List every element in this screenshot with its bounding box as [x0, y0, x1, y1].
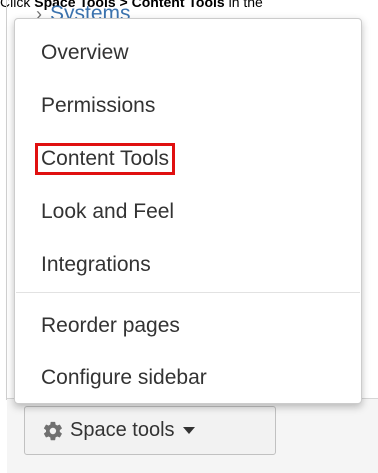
- menu-item-permissions[interactable]: Permissions: [41, 93, 155, 119]
- caret-down-icon: [182, 427, 195, 434]
- menu-item-reorder-pages[interactable]: Reorder pages: [41, 313, 180, 339]
- sidebar-border: [6, 0, 7, 400]
- gear-icon: [43, 421, 62, 440]
- caption-suffix: in the: [224, 0, 263, 10]
- space-tools-button[interactable]: Space tools: [24, 406, 276, 455]
- menu-item-overview[interactable]: Overview: [41, 40, 129, 66]
- space-tools-dropdown: Overview Permissions Content Tools Look …: [14, 18, 362, 404]
- menu-item-look-and-feel[interactable]: Look and Feel: [41, 199, 174, 225]
- menu-item-integrations[interactable]: Integrations: [41, 252, 151, 278]
- screenshot: Click Space Tools > Content Tools in the…: [0, 0, 378, 473]
- space-tools-label: Space tools: [70, 419, 175, 441]
- menu-divider: [16, 292, 360, 293]
- menu-item-configure-sidebar[interactable]: Configure sidebar: [41, 365, 207, 391]
- menu-item-content-tools[interactable]: Content Tools: [34, 143, 176, 175]
